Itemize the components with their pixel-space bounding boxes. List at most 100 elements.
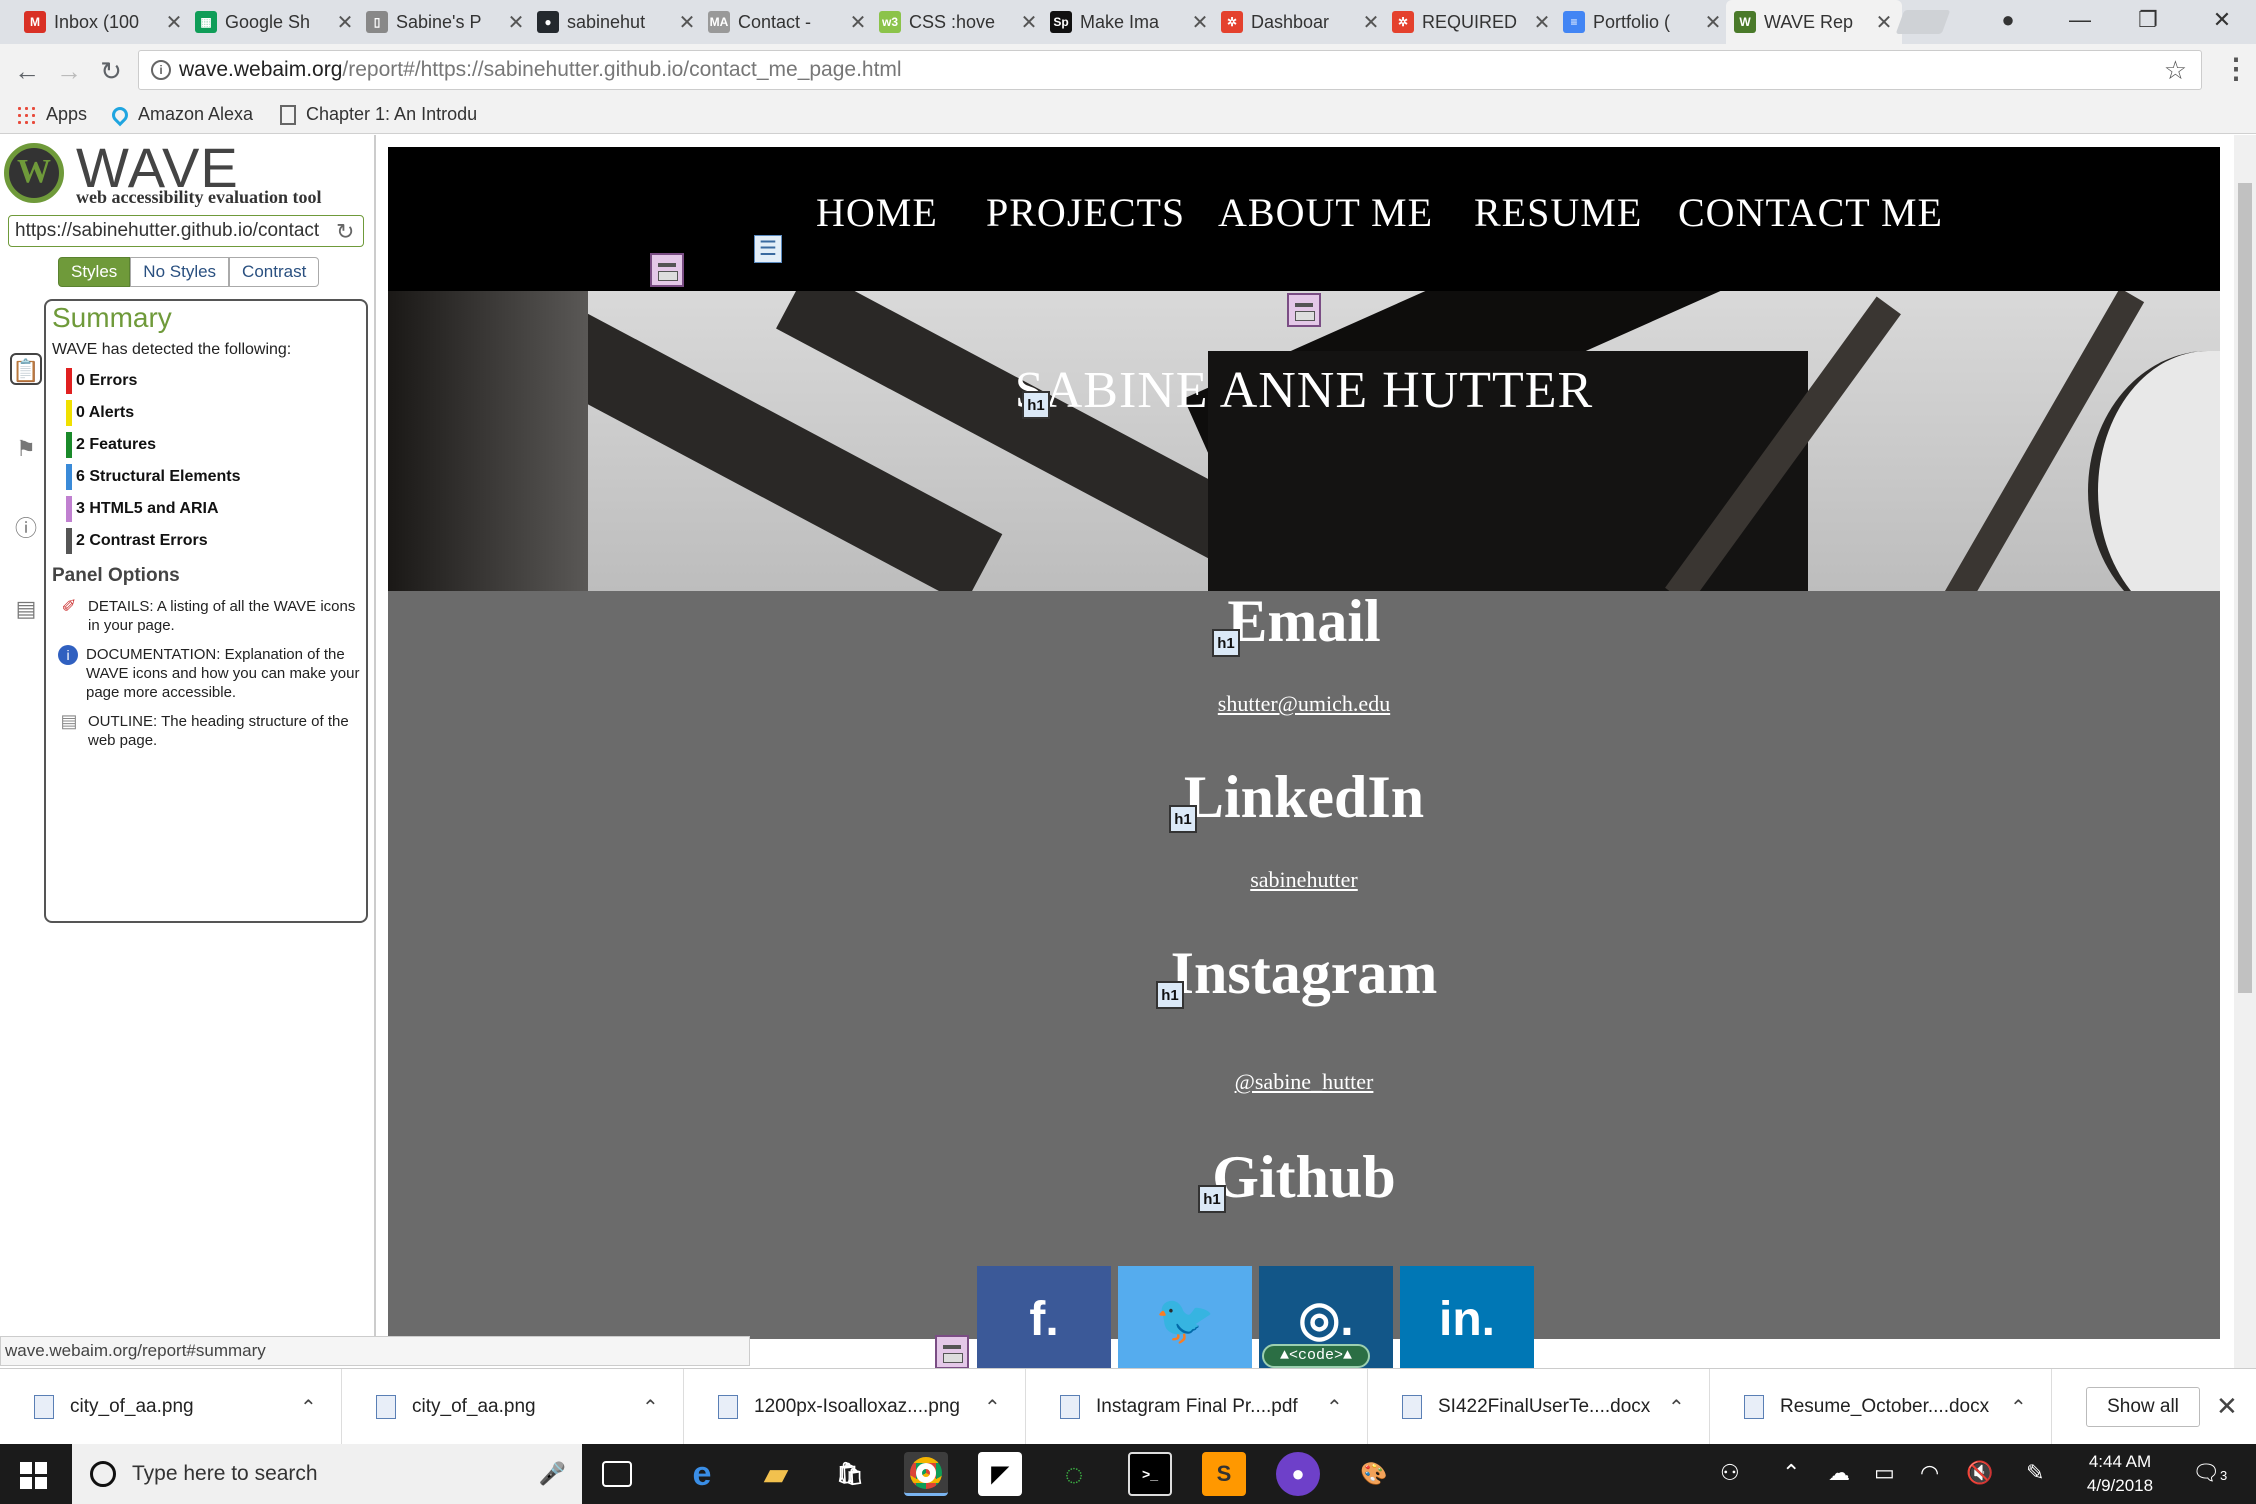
bookmark-chapter-1[interactable]: Chapter 1: An Introdu bbox=[280, 104, 506, 125]
chevron-up-icon[interactable]: ⌃ bbox=[1668, 1395, 1685, 1420]
page-scrollbar[interactable] bbox=[2234, 135, 2256, 1368]
chevron-up-icon[interactable]: ⌃ bbox=[2010, 1395, 2027, 1420]
download-item[interactable]: Instagram Final Pr....pdf ⌃ bbox=[1026, 1369, 1368, 1445]
bookmark-amazon-alexa[interactable]: Amazon Alexa bbox=[108, 103, 253, 126]
download-item[interactable]: SI422FinalUserTe....docx ⌃ bbox=[1368, 1369, 1710, 1445]
no-styles-button[interactable]: No Styles bbox=[130, 257, 230, 287]
option-details[interactable]: ✐ DETAILS: A listing of all the WAVE ico… bbox=[52, 597, 360, 635]
browser-tab[interactable]: ✲ REQUIRED ✕ bbox=[1384, 0, 1560, 44]
terminal-icon[interactable]: >_ bbox=[1128, 1452, 1172, 1496]
summary-item[interactable]: 6 Structural Elements bbox=[66, 461, 360, 493]
wave-list-icon[interactable]: ☰ bbox=[754, 235, 782, 263]
wave-aria-region-icon[interactable] bbox=[1287, 293, 1321, 327]
close-tab-icon[interactable]: ✕ bbox=[1190, 10, 1210, 35]
linkedin-button[interactable]: in. bbox=[1400, 1266, 1534, 1372]
people-icon[interactable]: ⚇ bbox=[1720, 1460, 1740, 1486]
back-arrow-icon[interactable]: ← bbox=[10, 54, 44, 88]
details-flag-icon[interactable]: ⚑ bbox=[10, 433, 42, 465]
chevron-up-icon[interactable]: ⌃ bbox=[300, 1395, 317, 1420]
option-documentation[interactable]: i DOCUMENTATION: Explanation of the WAVE… bbox=[52, 645, 360, 702]
taskbar-search-box[interactable]: Type here to search 🎤 bbox=[72, 1444, 582, 1504]
pen-icon[interactable]: ✎ bbox=[2026, 1460, 2044, 1486]
browser-tab[interactable]: M Inbox (100 ✕ bbox=[16, 0, 192, 44]
close-tab-icon[interactable]: ✕ bbox=[1874, 10, 1894, 35]
browser-tab[interactable]: ▦ Google Sh ✕ bbox=[187, 0, 363, 44]
new-tab-button[interactable] bbox=[1895, 10, 1951, 34]
wave-h1-badge[interactable]: h1 bbox=[1198, 1185, 1226, 1213]
browser-tab[interactable]: ≡ Portfolio (✕ bbox=[1555, 0, 1731, 44]
clock[interactable]: 4:44 AM 4/9/2018 bbox=[2060, 1450, 2180, 1498]
task-view-icon[interactable] bbox=[602, 1461, 632, 1487]
bookmark-star-icon[interactable]: ☆ bbox=[2164, 51, 2187, 89]
summary-item[interactable]: 3 HTML5 and ARIA bbox=[66, 493, 360, 525]
wave-h1-badge[interactable]: h1 bbox=[1212, 629, 1240, 657]
nav-about-me[interactable]: ABOUT ME bbox=[1218, 189, 1433, 236]
close-tab-icon[interactable]: ✕ bbox=[335, 10, 355, 35]
contrast-button[interactable]: Contrast bbox=[229, 257, 320, 287]
download-item[interactable]: city_of_aa.png ⌃ bbox=[342, 1369, 684, 1445]
download-item[interactable]: city_of_aa.png ⌃ bbox=[0, 1369, 342, 1445]
styles-button[interactable]: Styles bbox=[58, 257, 131, 287]
browser-tab[interactable]: ✲ Dashboar ✕ bbox=[1213, 0, 1389, 44]
sublime-text-icon[interactable]: S bbox=[1202, 1452, 1246, 1496]
wave-aria-region-icon[interactable] bbox=[650, 253, 684, 287]
battery-icon[interactable]: ▭ bbox=[1874, 1460, 1895, 1486]
volume-muted-icon[interactable]: 🔇 bbox=[1966, 1460, 1993, 1486]
show-hidden-icons[interactable]: ⌃ bbox=[1782, 1460, 1800, 1486]
wave-code-tag[interactable]: ▲<code>▲ bbox=[1262, 1344, 1370, 1368]
summary-item[interactable]: 2 Features bbox=[66, 429, 360, 461]
minimize-button[interactable]: — bbox=[2048, 0, 2112, 40]
summary-clipboard-icon[interactable]: 📋 bbox=[10, 353, 42, 385]
option-outline[interactable]: ▤ OUTLINE: The heading structure of the … bbox=[52, 712, 360, 750]
close-downloads-icon[interactable]: ✕ bbox=[2216, 1391, 2238, 1422]
close-tab-icon[interactable]: ✕ bbox=[506, 10, 526, 35]
reload-icon[interactable]: ↻ bbox=[94, 54, 128, 88]
sticky-notes-icon[interactable]: ◤ bbox=[978, 1452, 1022, 1496]
download-item[interactable]: 1200px-Isoalloxaz....png ⌃ bbox=[684, 1369, 1026, 1445]
summary-item[interactable]: 0 Errors bbox=[66, 365, 360, 397]
chevron-up-icon[interactable]: ⌃ bbox=[1326, 1395, 1343, 1420]
browser-tab[interactable]: ▯ Sabine's P ✕ bbox=[358, 0, 534, 44]
wave-h1-badge[interactable]: h1 bbox=[1169, 805, 1197, 833]
chevron-up-icon[interactable]: ⌃ bbox=[984, 1395, 1001, 1420]
scrollbar-thumb[interactable] bbox=[2238, 183, 2252, 993]
nav-projects[interactable]: PROJECTS bbox=[986, 189, 1185, 236]
instagram-link[interactable]: @sabine_hutter bbox=[388, 1069, 2220, 1095]
show-all-button[interactable]: Show all bbox=[2086, 1387, 2200, 1427]
info-icon[interactable]: i bbox=[151, 60, 171, 80]
forward-arrow-icon[interactable]: → bbox=[52, 54, 86, 88]
twitter-button[interactable]: 🐦 bbox=[1118, 1266, 1252, 1372]
close-tab-icon[interactable]: ✕ bbox=[1703, 10, 1723, 35]
close-tab-icon[interactable]: ✕ bbox=[164, 10, 184, 35]
browser-tab[interactable]: ● sabinehut ✕ bbox=[529, 0, 705, 44]
wave-aria-region-icon[interactable] bbox=[935, 1335, 969, 1369]
facebook-button[interactable]: f. bbox=[977, 1266, 1111, 1372]
close-tab-icon[interactable]: ✕ bbox=[677, 10, 697, 35]
browser-tab[interactable]: w3 CSS :hove ✕ bbox=[871, 0, 1047, 44]
close-tab-icon[interactable]: ✕ bbox=[1361, 10, 1381, 35]
address-bar[interactable]: i wave.webaim.org/report#/https://sabine… bbox=[138, 50, 2202, 90]
file-explorer-icon[interactable]: ▰ bbox=[754, 1452, 798, 1496]
windows-start-icon[interactable] bbox=[20, 1462, 48, 1490]
store-icon[interactable]: 🛍 bbox=[828, 1452, 872, 1496]
close-tab-icon[interactable]: ✕ bbox=[1532, 10, 1552, 35]
nav-resume[interactable]: RESUME bbox=[1474, 189, 1642, 236]
restore-button[interactable]: ❐ bbox=[2116, 0, 2180, 40]
bookmark-apps[interactable]: Apps bbox=[16, 104, 87, 125]
download-item[interactable]: Resume_October....docx ⌃ bbox=[1710, 1369, 2052, 1445]
email-link[interactable]: shutter@umich.edu bbox=[388, 691, 2220, 717]
onedrive-icon[interactable]: ☁ bbox=[1828, 1460, 1850, 1486]
browser-tab[interactable]: W WAVE Rep ✕ bbox=[1726, 0, 1902, 44]
refresh-icon[interactable]: ↻ bbox=[336, 219, 354, 245]
summary-item[interactable]: 2 Contrast Errors bbox=[66, 525, 360, 557]
wave-h1-badge[interactable]: h1 bbox=[1022, 391, 1050, 419]
wifi-icon[interactable]: ◠ bbox=[1920, 1460, 1939, 1486]
profile-icon[interactable]: ● bbox=[1976, 0, 2040, 40]
linkedin-link[interactable]: sabinehutter bbox=[388, 867, 2220, 893]
outline-document-icon[interactable]: ▤ bbox=[10, 593, 42, 625]
close-window-button[interactable]: ✕ bbox=[2190, 0, 2254, 40]
summary-item[interactable]: 0 Alerts bbox=[66, 397, 360, 429]
browser-tab[interactable]: Sp Make Ima ✕ bbox=[1042, 0, 1218, 44]
chrome-icon[interactable] bbox=[904, 1452, 948, 1496]
close-tab-icon[interactable]: ✕ bbox=[1019, 10, 1039, 35]
